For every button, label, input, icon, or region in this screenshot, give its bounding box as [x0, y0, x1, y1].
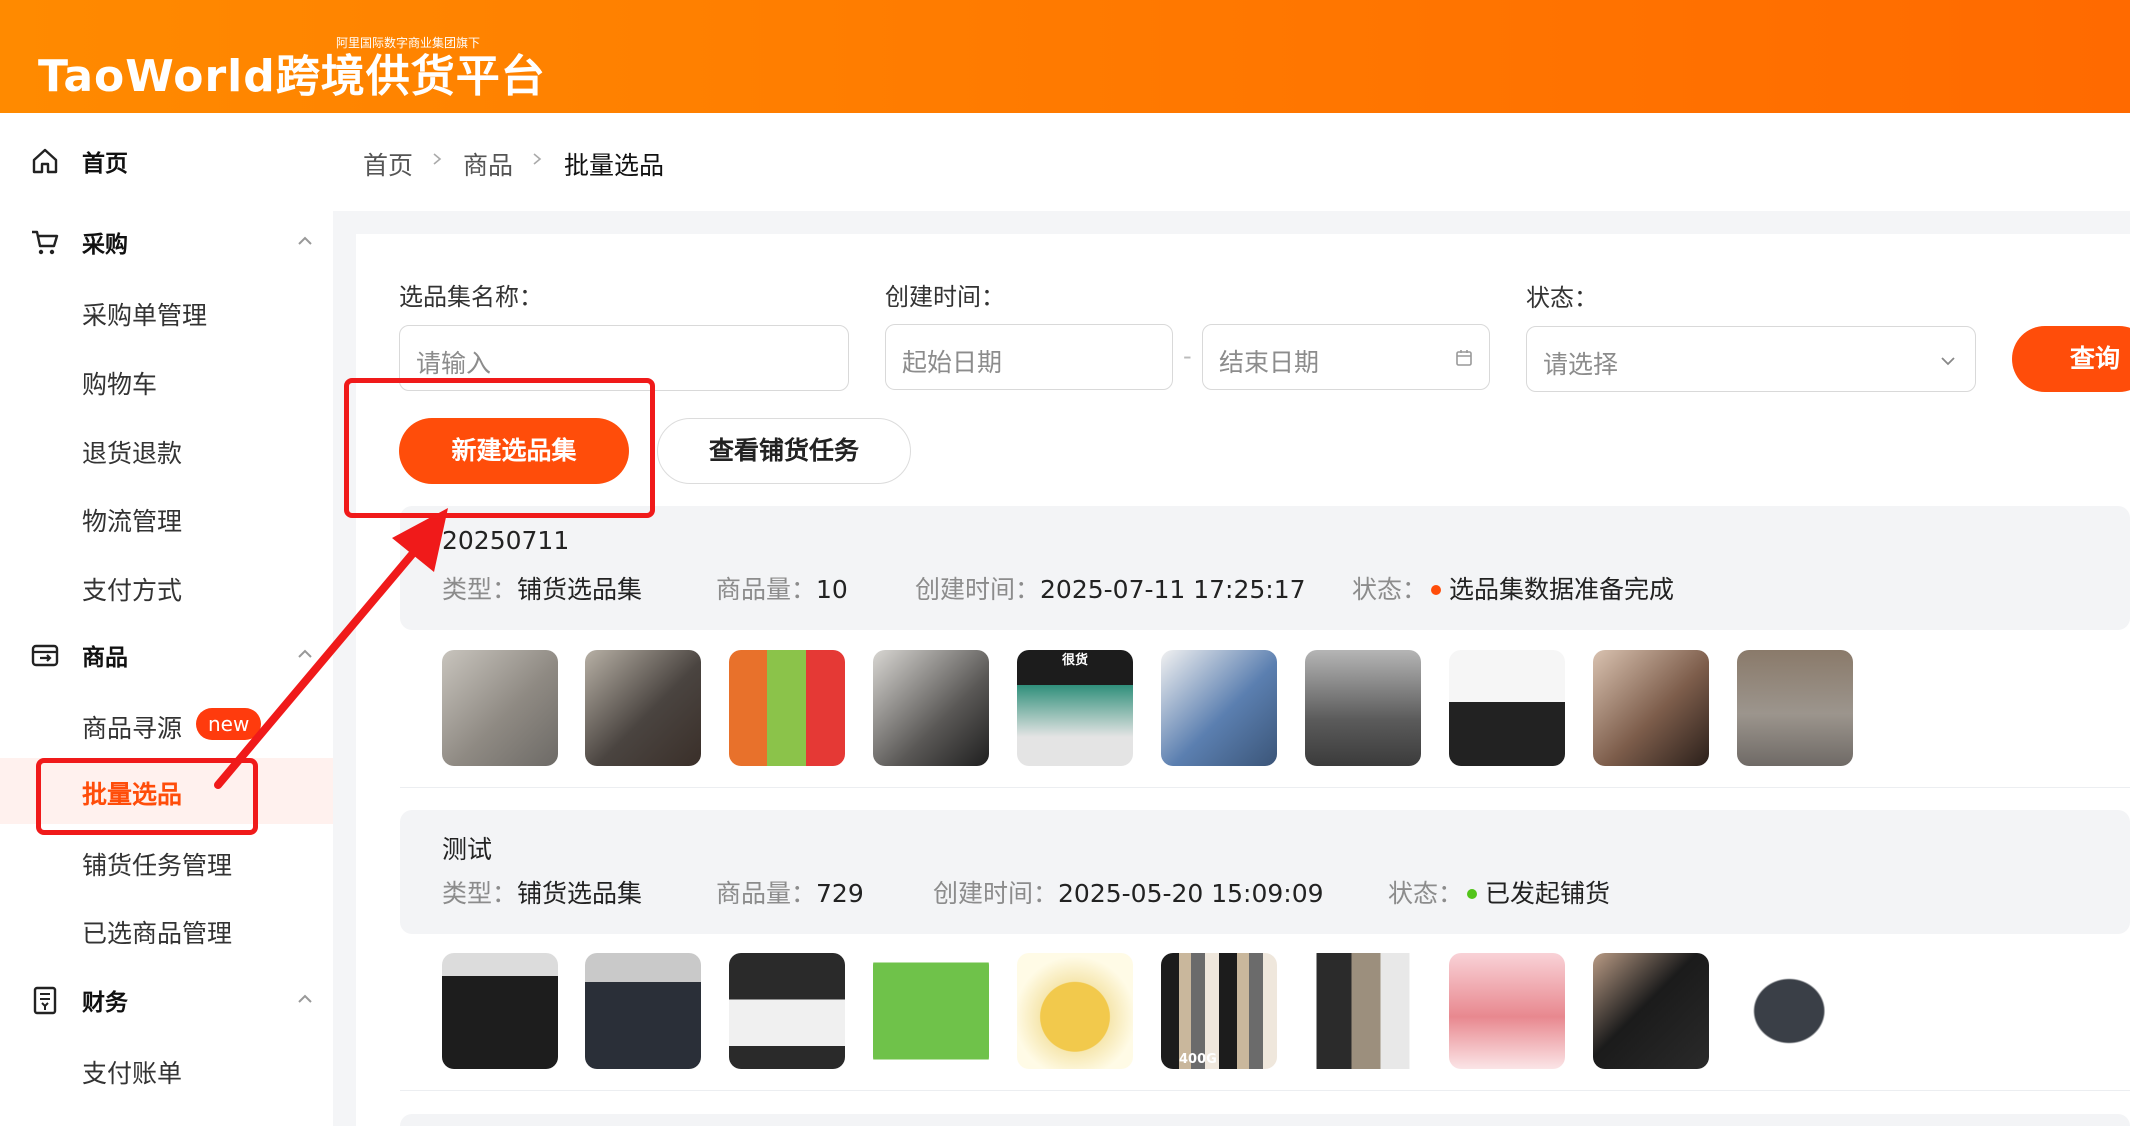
- sidebar-item-label: 退货退款: [82, 439, 183, 468]
- collection-type: 类型：铺货选品集: [442, 879, 643, 908]
- sidebar-item-purchase-orders[interactable]: 采购单管理: [0, 279, 333, 345]
- breadcrumb-products[interactable]: 商品: [463, 146, 513, 182]
- breadcrumb-current: 批量选品: [564, 151, 665, 180]
- start-date-input[interactable]: 起始日期: [885, 324, 1173, 390]
- next-collection-card: [400, 1114, 2130, 1126]
- collection-card-header[interactable]: 20250711 类型：铺货选品集 商品量：10 创建时间：2025-07-11…: [400, 506, 2130, 630]
- logo-tagline: 阿里国际数字商业集团旗下: [336, 36, 481, 50]
- sidebar-item-returns[interactable]: 退货退款: [0, 417, 333, 483]
- collection-name[interactable]: 20250711: [442, 526, 569, 555]
- product-thumbnail[interactable]: [1305, 650, 1421, 766]
- collection-count: 商品量：10: [716, 575, 848, 604]
- sidebar-item-label: 已选商品管理: [82, 919, 233, 948]
- collection-status: 状态： 已发起铺货: [1388, 879, 1611, 908]
- divider: [400, 787, 2130, 788]
- date-filter-label: 创建时间：: [885, 283, 1005, 311]
- chevron-up-icon[interactable]: [297, 991, 313, 1007]
- sidebar-item-label: 支付方式: [82, 576, 183, 605]
- product-thumbnail[interactable]: [1737, 650, 1853, 766]
- sidebar-item-label: 购物车: [82, 370, 158, 399]
- input-placeholder: 请输入: [416, 349, 492, 378]
- sidebar-item-sourcing[interactable]: 商品寻源 new: [0, 692, 333, 758]
- product-thumbnail[interactable]: [1593, 650, 1709, 766]
- collection-count: 商品量：729: [716, 879, 864, 908]
- home-icon: [32, 148, 58, 174]
- collection-card-header[interactable]: 测试 类型：铺货选品集 商品量：729 创建时间：2025-05-20 15:0…: [400, 810, 2130, 934]
- collection-created: 创建时间：2025-05-20 15:09:09: [933, 879, 1324, 908]
- input-placeholder: 起始日期: [902, 348, 1003, 377]
- status-dot: [1431, 585, 1442, 595]
- sidebar-group-label: 采购: [82, 232, 128, 258]
- status-dot: [1467, 889, 1478, 899]
- query-button[interactable]: 查询: [2012, 326, 2130, 392]
- collection-name[interactable]: 测试: [442, 830, 492, 866]
- sidebar-group-purchase[interactable]: 采购: [0, 211, 333, 271]
- collection-status: 状态： 选品集数据准备完成: [1352, 575, 1675, 604]
- divider: [400, 1090, 2130, 1091]
- sidebar-item-label: 物流管理: [82, 507, 183, 536]
- highlight-box: [36, 758, 258, 835]
- sidebar: 首页 采购 采购单管理 购物车 退货退款 物流管理 支付方式 商品 商品寻源 n…: [0, 113, 333, 1126]
- product-thumbnail[interactable]: [1161, 650, 1277, 766]
- date-separator: -: [1183, 342, 1192, 370]
- product-icon: [31, 644, 59, 667]
- status-filter-label: 状态：: [1526, 284, 1598, 312]
- chevron-down-icon: [1941, 357, 1955, 366]
- finance-icon: [33, 986, 57, 1015]
- breadcrumb-home[interactable]: 首页: [363, 146, 413, 182]
- product-thumbnail[interactable]: [442, 953, 558, 1069]
- product-thumbnail[interactable]: [873, 650, 989, 766]
- top-bar: TaoWorld跨境供货平台 阿里国际数字商业集团旗下: [0, 0, 2130, 113]
- product-thumbnail[interactable]: [873, 953, 989, 1069]
- product-thumbnail[interactable]: 400G: [1161, 953, 1277, 1069]
- breadcrumb: 首页 商品 批量选品: [333, 113, 2130, 211]
- sidebar-item-home[interactable]: 首页: [0, 130, 333, 190]
- end-date-input[interactable]: 结束日期: [1202, 324, 1490, 390]
- status-select[interactable]: 请选择: [1526, 326, 1976, 392]
- product-thumbnail[interactable]: [729, 953, 845, 1069]
- product-thumbnail[interactable]: [1593, 953, 1709, 1069]
- product-thumbnail[interactable]: [1449, 953, 1565, 1069]
- chevron-up-icon[interactable]: [297, 233, 313, 249]
- chevron-right-icon: [533, 153, 542, 165]
- chevron-up-icon[interactable]: [297, 646, 313, 662]
- sidebar-group-finance[interactable]: 财务: [0, 969, 333, 1029]
- sidebar-item-label: 支付账单: [82, 1059, 183, 1088]
- new-badge: new: [196, 708, 262, 740]
- product-thumbnail[interactable]: [1017, 953, 1133, 1069]
- chevron-right-icon: [433, 153, 442, 165]
- input-placeholder: 结束日期: [1219, 348, 1320, 377]
- highlight-box: [344, 378, 655, 518]
- product-thumbnail[interactable]: [585, 953, 701, 1069]
- sidebar-item-label: 铺货任务管理: [82, 851, 233, 880]
- sidebar-item-label: 采购单管理: [82, 301, 208, 330]
- product-thumbnail[interactable]: [1449, 650, 1565, 766]
- sidebar-item-listing-tasks[interactable]: 铺货任务管理: [0, 829, 333, 895]
- name-filter-label: 选品集名称：: [399, 283, 543, 311]
- product-thumbnail[interactable]: [1305, 953, 1421, 1069]
- product-thumbnail[interactable]: [442, 650, 558, 766]
- collection-created: 创建时间：2025-07-11 17:25:17: [915, 575, 1306, 604]
- sidebar-item-label: 商品寻源: [82, 714, 183, 743]
- product-thumbnail[interactable]: [585, 650, 701, 766]
- product-thumbnail[interactable]: [729, 650, 845, 766]
- sidebar-item-bills[interactable]: 支付账单: [0, 1037, 333, 1103]
- sidebar-item-selected-products[interactable]: 已选商品管理: [0, 897, 333, 963]
- sidebar-item-label: 首页: [82, 151, 128, 177]
- input-placeholder: 请选择: [1543, 350, 1619, 379]
- sidebar-group-products[interactable]: 商品: [0, 624, 333, 684]
- sidebar-group-label: 财务: [82, 990, 128, 1016]
- sidebar-item-cart[interactable]: 购物车: [0, 348, 333, 414]
- calendar-icon[interactable]: [1455, 349, 1473, 367]
- cart-icon: [32, 230, 59, 255]
- product-thumbnail[interactable]: 很货: [1017, 650, 1133, 766]
- collection-type: 类型：铺货选品集: [442, 575, 643, 604]
- view-tasks-button[interactable]: 查看铺货任务: [657, 418, 911, 484]
- sidebar-item-logistics[interactable]: 物流管理: [0, 485, 333, 551]
- sidebar-item-payment-methods[interactable]: 支付方式: [0, 554, 333, 620]
- sidebar-group-label: 商品: [82, 645, 128, 671]
- product-thumbnail[interactable]: [1737, 953, 1853, 1069]
